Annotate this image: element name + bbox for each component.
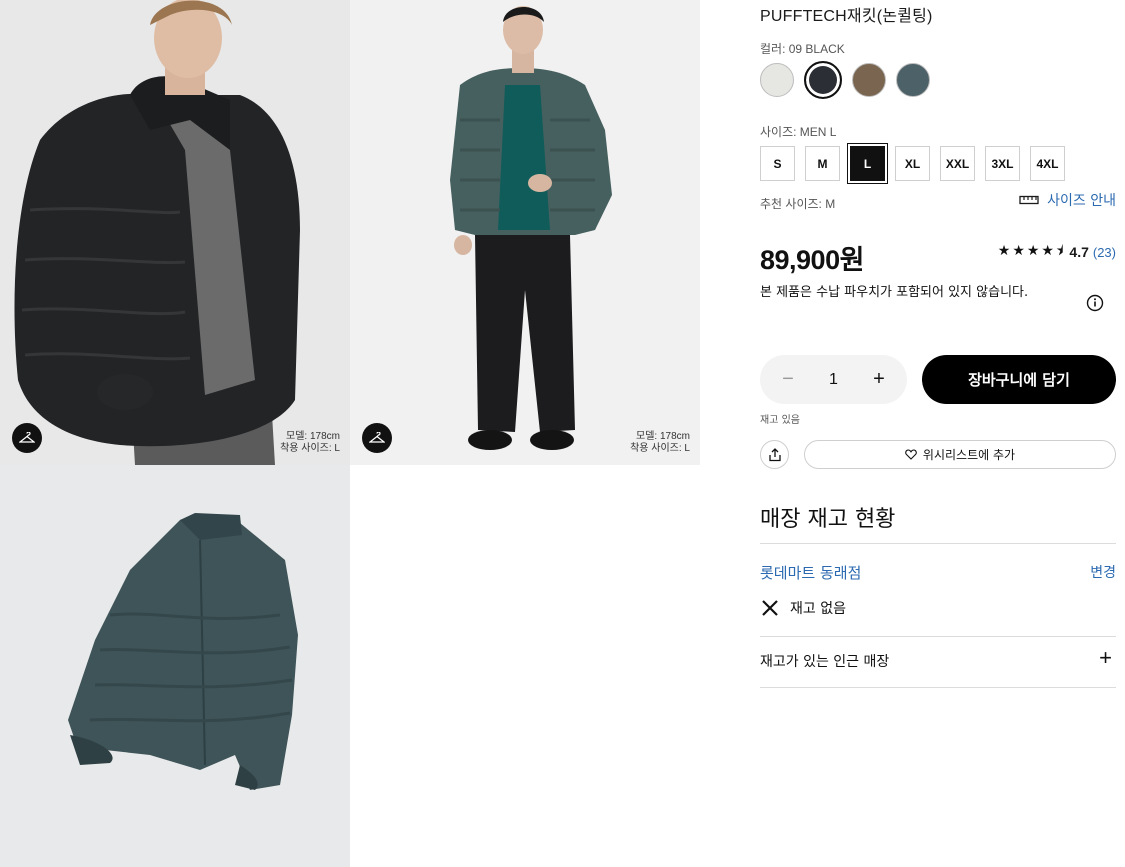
- product-rating[interactable]: ★★★★⯨ 4.7 (23): [998, 240, 1116, 264]
- quantity-decrease-button[interactable]: −: [778, 368, 798, 391]
- size-options: S M L XL XXL 3XL 4XL: [760, 146, 1065, 181]
- star-rating-icon: ★★★★⯨: [997, 242, 1066, 258]
- product-photo-flat[interactable]: [0, 465, 350, 867]
- size-option-3xl[interactable]: 3XL: [985, 146, 1020, 181]
- color-swatch-offwhite[interactable]: [760, 63, 794, 97]
- heart-icon: [905, 449, 917, 460]
- divider: [760, 543, 1116, 544]
- review-count[interactable]: (23): [1093, 245, 1116, 260]
- product-price: 89,900원: [760, 245, 864, 275]
- size-guide-label: 사이즈 안내: [1047, 193, 1116, 209]
- divider: [760, 687, 1116, 688]
- model-wearing-size: 착용 사이즈: L: [280, 443, 340, 454]
- model-info: 모델: 178cm 착용 사이즈: L: [630, 431, 690, 455]
- size-label: 사이즈: MEN L: [760, 125, 837, 139]
- size-option-xl[interactable]: XL: [895, 146, 930, 181]
- quantity-stepper: − 1 +: [760, 355, 907, 404]
- size-option-m[interactable]: M: [805, 146, 840, 181]
- product-detail-panel: PUFFTECH재킷(논퀼팅) 컬러: 09 BLACK 사이즈: MEN L …: [760, 0, 1116, 867]
- product-gallery: 모델: 178cm 착용 사이즈: L 모델: 178cm 착용 사이즈: L: [0, 0, 700, 867]
- jacket-flat-image: [0, 465, 350, 867]
- model-closeup-image: [0, 0, 350, 465]
- model-height: 모델: 178cm: [286, 431, 340, 442]
- model-info: 모델: 178cm 착용 사이즈: L: [280, 431, 340, 455]
- change-store-link[interactable]: 변경: [1090, 562, 1116, 582]
- store-availability: 재고 없음: [760, 598, 846, 618]
- product-name: PUFFTECH재킷(논퀼팅): [760, 8, 933, 25]
- rating-value: 4.7: [1069, 244, 1089, 260]
- share-icon: [768, 447, 781, 461]
- color-swatches: [760, 61, 930, 99]
- model-fullbody-image: [350, 0, 700, 465]
- recommended-size: 추천 사이즈: M: [760, 197, 836, 211]
- model-wearing-size: 착용 사이즈: L: [630, 443, 690, 454]
- wishlist-label: 위시리스트에 추가: [922, 448, 1016, 462]
- ruler-icon: [1019, 195, 1039, 205]
- add-to-wishlist-button[interactable]: 위시리스트에 추가: [804, 440, 1116, 469]
- size-guide-link[interactable]: 사이즈 안내: [1019, 190, 1116, 210]
- selected-store-name[interactable]: 롯데마트 동래점: [760, 562, 861, 583]
- store-stock-title: 매장 재고 현황: [760, 507, 896, 532]
- color-swatch-black[interactable]: [804, 61, 842, 99]
- quantity-value[interactable]: 1: [829, 371, 838, 389]
- close-icon: [762, 600, 778, 616]
- expand-plus-icon[interactable]: +: [1099, 645, 1112, 671]
- try-on-button[interactable]: [362, 423, 392, 453]
- share-button[interactable]: [760, 440, 789, 469]
- try-on-button[interactable]: [12, 423, 42, 453]
- size-option-l[interactable]: L: [850, 146, 885, 181]
- divider: [760, 636, 1116, 637]
- size-option-4xl[interactable]: 4XL: [1030, 146, 1065, 181]
- color-swatch-brown[interactable]: [852, 63, 886, 97]
- quantity-increase-button[interactable]: +: [869, 368, 889, 391]
- add-to-cart-button[interactable]: 장바구니에 담기: [922, 355, 1116, 404]
- product-photo-model-closeup[interactable]: 모델: 178cm 착용 사이즈: L: [0, 0, 350, 465]
- size-option-s[interactable]: S: [760, 146, 795, 181]
- pouch-notice: 본 제품은 수납 파우치가 포함되어 있지 않습니다.: [760, 285, 1029, 300]
- model-height: 모델: 178cm: [636, 431, 690, 442]
- hanger-icon: [369, 432, 385, 443]
- info-icon[interactable]: [1086, 294, 1104, 316]
- nearby-stores-toggle[interactable]: 재고가 있는 인근 매장: [760, 651, 889, 671]
- color-label: 컬러: 09 BLACK: [760, 42, 845, 56]
- stock-status: 재고 있음: [760, 415, 800, 426]
- size-option-xxl[interactable]: XXL: [940, 146, 975, 181]
- product-photo-model-fullbody[interactable]: 모델: 178cm 착용 사이즈: L: [350, 0, 700, 465]
- availability-text: 재고 없음: [790, 601, 846, 617]
- color-swatch-slate[interactable]: [896, 63, 930, 97]
- hanger-icon: [19, 432, 35, 443]
